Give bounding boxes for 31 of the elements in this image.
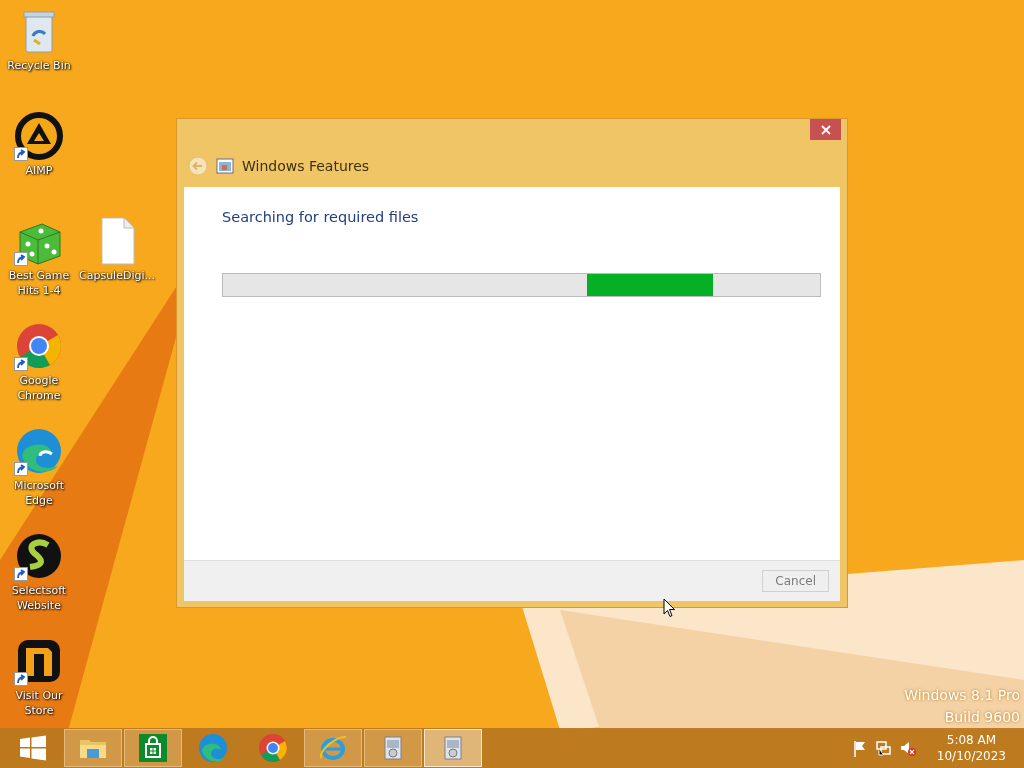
swirl-icon[interactable]: [14, 426, 64, 476]
taskbar-button[interactable]: [64, 729, 122, 767]
close-icon: [820, 124, 831, 135]
window-title: Windows Features: [242, 156, 370, 176]
close-button[interactable]: [810, 119, 841, 140]
desktop-icon-label[interactable]: Selectsoft Website: [1, 583, 77, 613]
desktop-icon-label[interactable]: CapsuleDigi...: [79, 268, 155, 283]
swirl-icon: [197, 732, 229, 764]
taskbar-button[interactable]: [424, 729, 482, 767]
desktop-icon-label[interactable]: Recycle Bin: [1, 58, 77, 73]
clock-date: 10/10/2023: [936, 748, 1006, 764]
network-icon[interactable]: [874, 739, 893, 757]
muted-speaker-icon[interactable]: [898, 739, 917, 757]
clock-time: 5:08 AM: [945, 732, 998, 748]
features-window-icon: [216, 157, 234, 175]
desktop-icon-label[interactable]: Google Chrome: [1, 373, 77, 403]
desktop-icon-label[interactable]: AIMP: [1, 163, 77, 178]
desktop-icon-label[interactable]: Microsoft Edge: [1, 478, 77, 508]
taskbar-button[interactable]: [124, 729, 182, 767]
chrome-icon[interactable]: [14, 321, 64, 371]
os-build-text: Build 9600: [943, 708, 1020, 727]
mouse-pointer-icon: [663, 598, 676, 618]
os-edition-text: Windows 8.1 Pro: [904, 686, 1020, 705]
taskbar-button[interactable]: [364, 729, 422, 767]
windows-logo-icon: [18, 734, 48, 762]
shopping-bag-icon: [137, 732, 169, 764]
s-logo-icon[interactable]: [14, 531, 64, 581]
chrome-icon: [257, 732, 289, 764]
status-heading: Searching for required files: [222, 208, 420, 227]
desktop-icon-label[interactable]: Best Game Hits 1-4: [1, 268, 77, 298]
desktop-icon-label[interactable]: Visit Our Store: [1, 688, 77, 718]
